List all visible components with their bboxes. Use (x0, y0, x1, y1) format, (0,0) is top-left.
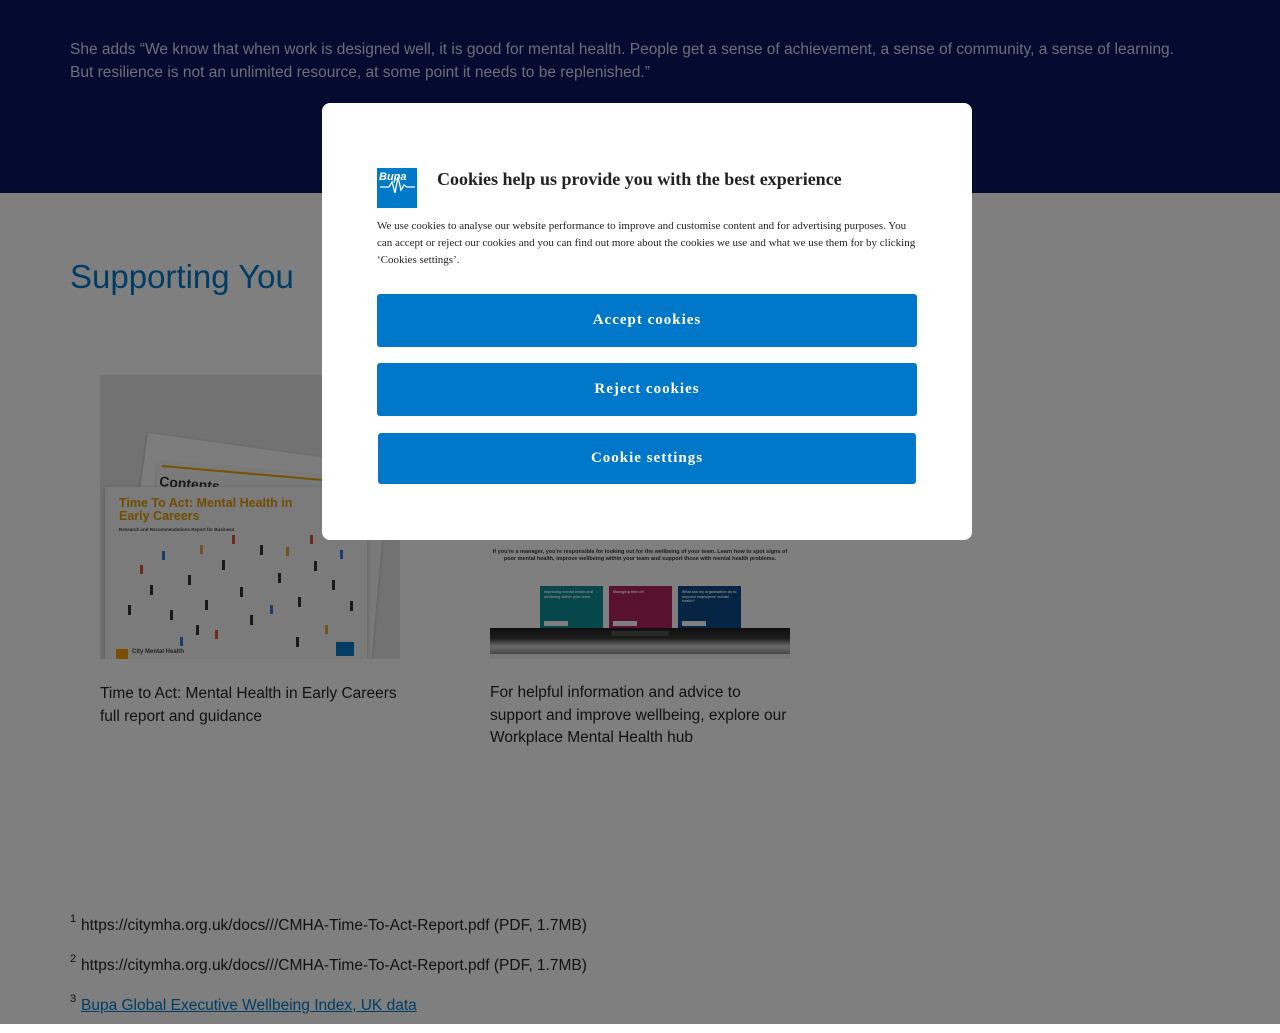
cookie-dialog: Bupa Cookies help us provide you with th… (322, 103, 972, 540)
accept-cookies-button[interactable]: Accept cookies (377, 294, 917, 347)
cookie-dialog-title: Cookies help us provide you with the bes… (437, 169, 842, 189)
cookie-settings-button[interactable]: Cookie settings (378, 433, 916, 484)
cookie-dialog-description: We use cookies to analyse our website pe… (377, 220, 916, 266)
bupa-logo-icon: Bupa (377, 168, 417, 208)
reject-cookies-button[interactable]: Reject cookies (377, 363, 917, 416)
